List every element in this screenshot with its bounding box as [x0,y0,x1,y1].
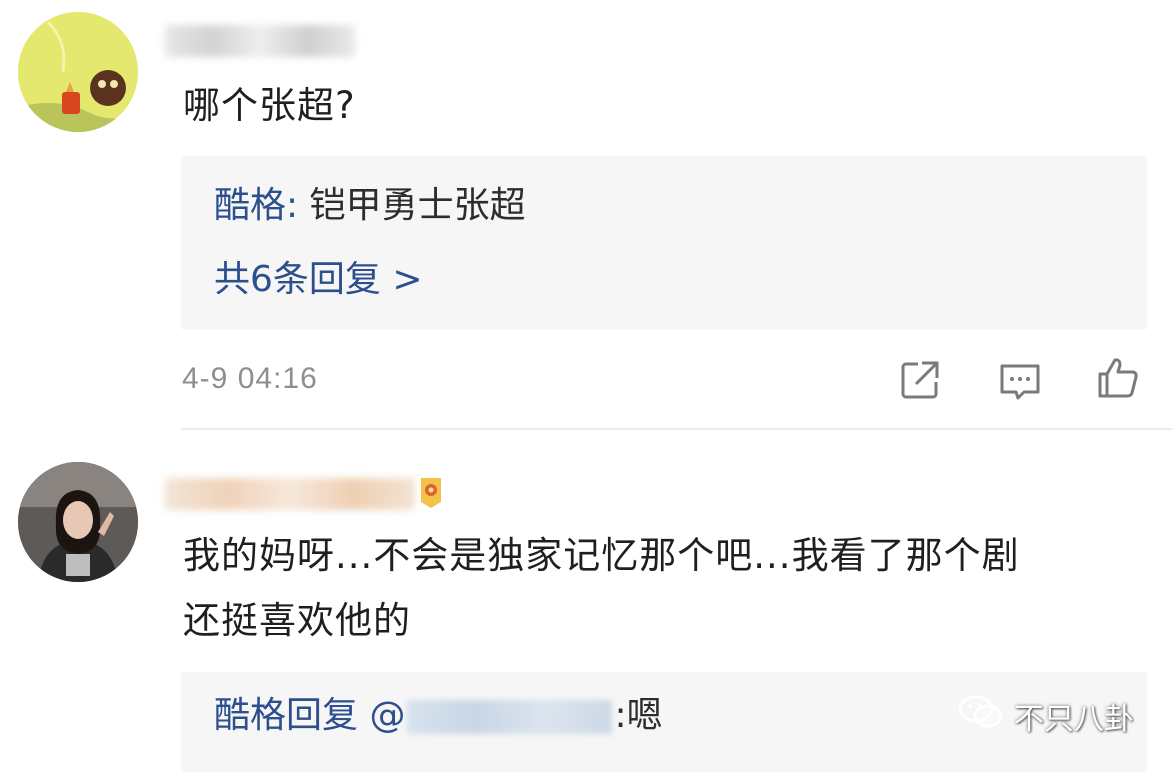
like-icon[interactable] [1096,356,1140,400]
comment-text: 哪个张超? [183,84,356,127]
vip-badge-icon [418,472,444,510]
reply-text: :嗯 [614,695,663,736]
username-blurred[interactable] [165,478,415,510]
mention-blurred[interactable] [407,700,613,734]
avatar[interactable] [18,462,138,582]
avatar-image [18,462,138,582]
avatar[interactable] [18,12,138,132]
reply-preview-line[interactable]: 酷格回复 @ :嗯 [214,694,663,738]
comment-icon[interactable] [998,360,1042,404]
comment-timestamp: 4-9 04:16 [182,362,318,395]
watermark-text: 不只八卦 [1014,702,1134,737]
comment-text-line-1: 我的妈呀...不会是独家记忆那个吧...我看了那个剧 [183,534,1020,577]
username-blurred[interactable] [165,25,355,57]
share-icon[interactable] [898,358,942,402]
watermark: 不只八卦 [958,694,1134,738]
more-replies-link[interactable]: 共6条回复 > [214,258,423,302]
avatar-image [18,12,138,132]
comment-text-line-2: 还挺喜欢他的 [183,599,411,642]
reply-preview-line[interactable]: 酷格: 铠甲勇士张超 [214,184,526,228]
reply-author-prefix[interactable]: 酷格回复 @ [214,695,405,736]
reply-author[interactable]: 酷格: [214,185,298,226]
comment-1: 哪个张超? 酷格: 铠甲勇士张超 共6条回复 > 4-9 04:16 [0,0,1172,430]
reply-preview-box[interactable]: 酷格: 铠甲勇士张超 共6条回复 > [181,156,1147,330]
reply-text: 铠甲勇士张超 [298,185,526,226]
wechat-icon [958,694,1004,738]
